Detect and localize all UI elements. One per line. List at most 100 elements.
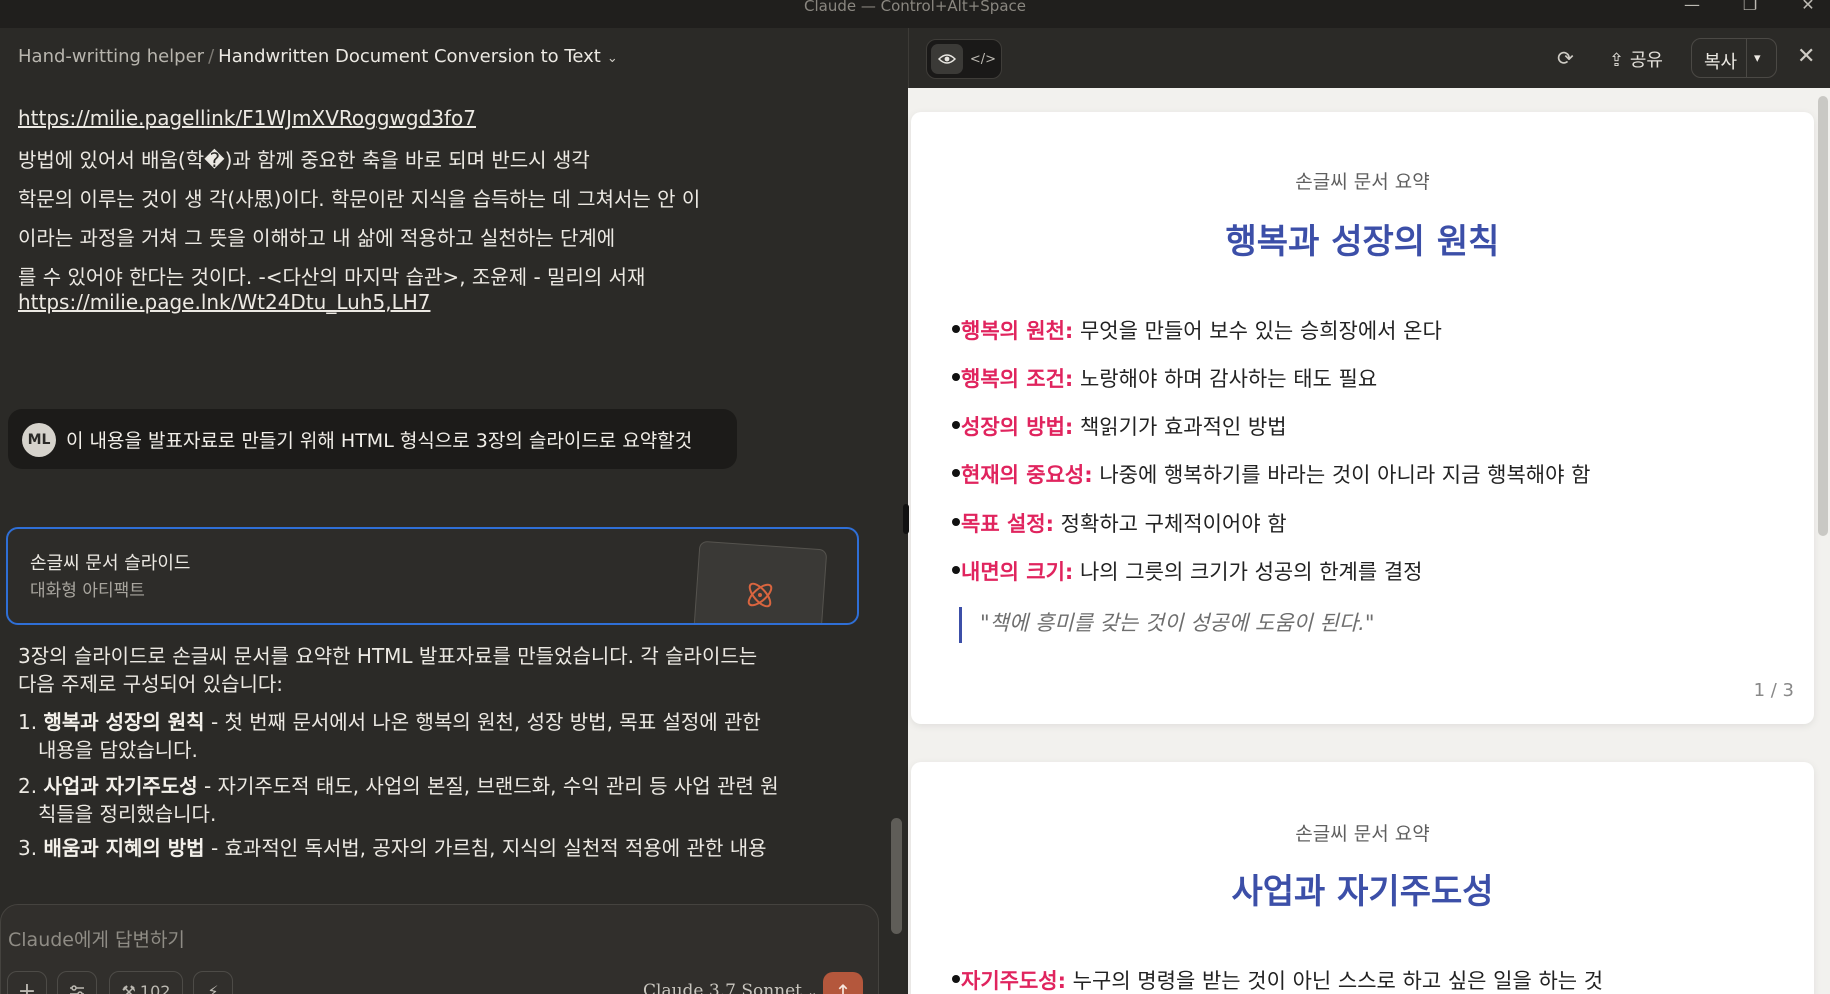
list-number: 2. [18, 774, 38, 798]
text-line: 를 수 있어야 한다는 것이다. -<다산의 마지막 습관>, 조윤제 - 밀리… [18, 265, 646, 289]
copy-label: 복사 [1704, 52, 1738, 73]
view-toggle: </> [926, 39, 1002, 79]
list-number: 1. [18, 710, 38, 734]
list-item-title: 행복과 성장의 원칙 [43, 710, 205, 734]
slide-2: 손글씨 문서 요약 사업과 자기주도성 자기주도성: 누구의 명령을 받는 것이… [911, 762, 1814, 994]
bullet-key: 행복의 원천: [961, 319, 1074, 343]
share-icon: ⇪ [1609, 50, 1625, 71]
pane-resize-handle[interactable] [903, 504, 909, 534]
title-bar: Claude — Control+Alt+Space — ❐ ✕ [0, 0, 1830, 28]
reply-input[interactable]: Claude에게 답변하기 [8, 925, 185, 952]
list-item: 내면의 크기: 나의 그릇의 크기가 성공의 한계를 결정 [951, 556, 1423, 586]
chevron-down-icon[interactable]: ▾ [1754, 51, 1761, 66]
bullet-key: 성장의 방법: [961, 415, 1074, 439]
slide-1: 손글씨 문서 요약 행복과 성장의 원칙 행복의 원천: 무엇을 만들어 보수 … [911, 112, 1814, 724]
chevron-down-icon[interactable]: ⌄ [607, 51, 618, 66]
model-selector[interactable]: Claude 3.7 Sonnet ⌄ [643, 981, 817, 994]
arrow-up-icon: ↑ [834, 980, 852, 994]
sliders-icon-svg [70, 985, 84, 994]
minimize-icon[interactable]: — [1672, 0, 1712, 14]
slide-quote: "책에 흥미를 갖는 것이 성공에 도움이 된다." [959, 607, 1374, 643]
artifact-thumbnail [692, 540, 828, 623]
list-item: 2. 사업과 자기주도성 - 자기주도적 태도, 사업의 본질, 브랜드화, 수… [18, 770, 779, 799]
artifact-title: 손글씨 문서 슬라이드 [30, 553, 191, 574]
breadcrumb-chat-title[interactable]: Handwritten Document Conversion to Text [218, 46, 601, 67]
bullet-key: 자기주도성: [961, 969, 1066, 993]
share-button[interactable]: ⇪ 공유 [1609, 46, 1663, 72]
share-label: 공유 [1629, 50, 1663, 71]
artifact-card[interactable]: 손글씨 문서 슬라이드 대화형 아티팩트 [6, 527, 859, 625]
bullet-text: 노랑해야 하며 감사하는 태도 필요 [1073, 367, 1378, 391]
bullet-text: 나의 그릇의 크기가 성공의 한계를 결정 [1073, 560, 1423, 584]
close-icon[interactable]: ✕ [1797, 44, 1815, 69]
window-title: Claude — Control+Alt+Space [803, 0, 1026, 14]
composer: Claude에게 답변하기 + ⚒ 102 ⚡ Claude 3.7 Sonnet… [0, 904, 879, 994]
artifact-toolbar: </> ⟳ ⇪ 공유 복사 ▾ ✕ [908, 28, 1830, 88]
list-item: 자기주도성: 누구의 명령을 받는 것이 아닌 스스로 하고 싶은 일을 하는 … [951, 965, 1604, 994]
slide-title: 사업과 자기주도성 [1231, 872, 1494, 912]
breadcrumb-project[interactable]: Hand-writting helper [18, 46, 204, 67]
list-item: 성장의 방법: 책읽기가 효과적인 방법 [952, 411, 1287, 441]
tools-count: 102 [139, 981, 171, 994]
list-item-text: - 첫 번째 문서에서 나온 행복의 원천, 성장 방법, 목표 설정에 관한 [204, 710, 761, 734]
list-item: 행복의 원천: 무엇을 만들어 보수 있는 승희장에서 온다 [952, 315, 1442, 345]
close-window-icon[interactable]: ✕ [1788, 0, 1828, 14]
list-item: 1. 행복과 성장의 원칙 - 첫 번째 문서에서 나온 행복의 원천, 성장 … [18, 706, 761, 735]
response-text: 3장의 슬라이드로 손글씨 문서를 요약한 HTML 발표자료를 만들었습니다.… [18, 644, 758, 668]
bullet-text: 책읽기가 효과적인 방법 [1073, 415, 1287, 439]
chat-scrollbar[interactable] [891, 818, 902, 934]
bullet-key: 내면의 크기: [961, 560, 1074, 584]
slide-page-number: 1 / 3 [1753, 680, 1794, 701]
link-1[interactable]: https://milie.pagellink/F1WJmXVRoggwgd3f… [18, 106, 476, 130]
bullet-key: 행복의 조건: [961, 367, 1074, 391]
eye-icon [938, 54, 956, 64]
artifact-scrollbar[interactable] [1818, 96, 1828, 536]
tools-button[interactable]: ⚒ 102 [109, 971, 183, 994]
preview-toggle[interactable] [931, 44, 963, 74]
bullet-key: 목표 설정: [961, 512, 1054, 536]
breadcrumb: Hand-writting helper / Handwritten Documen… [18, 46, 618, 67]
slide-kicker: 손글씨 문서 요약 [1295, 171, 1430, 193]
user-message: ML 이 내용을 발표자료로 만들기 위해 HTML 형식으로 3장의 슬라이드… [8, 409, 737, 469]
chevron-down-icon: ⌄ [807, 985, 818, 994]
send-button[interactable]: ↑ [823, 972, 863, 994]
text-line: 학문의 이루는 것이 생 각(사思)이다. 학문이란 지식을 습득하는 데 그쳐… [18, 187, 701, 211]
artifact-subtitle: 대화형 아티팩트 [30, 581, 145, 601]
copy-button[interactable]: 복사 ▾ [1691, 38, 1777, 78]
list-item-title: 사업과 자기주도성 [43, 774, 198, 798]
restore-icon[interactable]: ❐ [1730, 0, 1770, 14]
text-line: 방법에 있어서 배움(학�)과 함께 중요한 축을 바로 되며 반드시 생각 [18, 148, 590, 172]
list-item-continued: 칙들을 정리했습니다. [38, 802, 217, 826]
list-item: 현재의 중요성: 나중에 행복하기를 바라는 것이 아니라 지금 행복해야 함 [951, 459, 1591, 489]
list-item: 3. 배움과 지혜의 방법 - 효과적인 독서법, 공자의 가르침, 지식의 실… [18, 832, 767, 861]
code-icon[interactable]: </> [967, 44, 999, 74]
bullet-text: 나중에 행복하기를 바라는 것이 아니라 지금 행복해야 함 [1092, 463, 1591, 487]
chat-pane: Hand-writting helper / Handwritten Documen… [0, 28, 908, 994]
user-message-text: 이 내용을 발표자료로 만들기 위해 HTML 형식으로 3장의 슬라이드로 요… [66, 430, 693, 452]
hammer-icon: ⚒ [121, 981, 136, 994]
model-name: Claude 3.7 Sonnet [643, 981, 802, 994]
slide-title: 행복과 성장의 원칙 [1225, 222, 1500, 262]
list-item-text: - 자기주도적 태도, 사업의 본질, 브랜드화, 수익 관리 등 사업 관련 … [197, 774, 779, 798]
artifact-pane: </> ⟳ ⇪ 공유 복사 ▾ ✕ 손글씨 문서 요약 행복과 성장의 원칙 행… [908, 28, 1830, 994]
slide-kicker: 손글씨 문서 요약 [1295, 823, 1430, 845]
add-icon[interactable]: + [7, 971, 47, 994]
list-item-title: 배움과 지혜의 방법 [43, 836, 205, 860]
list-number: 3. [18, 836, 38, 860]
list-item-text: - 효과적인 독서법, 공자의 가르침, 지식의 실천적 적용에 관한 내용 [204, 836, 767, 860]
sliders-icon[interactable] [57, 971, 97, 994]
bullet-text: 정확하고 구체적이어야 함 [1054, 512, 1287, 536]
text-line: 이라는 과정을 거쳐 그 뜻을 이해하고 내 삶에 적용하고 실천하는 단계에 [18, 226, 616, 250]
response-text: 다음 주제로 구성되어 있습니다: [18, 672, 284, 696]
breadcrumb-separator: / [208, 46, 215, 67]
plug-icon[interactable]: ⚡ [193, 971, 233, 994]
list-item-continued: 내용을 담았습니다. [38, 738, 198, 762]
bullet-key: 현재의 중요성: [961, 463, 1093, 487]
list-item: 목표 설정: 정확하고 구체적이어야 함 [952, 508, 1287, 538]
bullet-text: 누구의 명령을 받는 것이 아닌 스스로 하고 싶은 일을 하는 것 [1066, 969, 1604, 993]
refresh-icon[interactable]: ⟳ [1557, 46, 1574, 70]
link-2[interactable]: https://milie.page.lnk/Wt24Dtu_Luh5,LH7 [18, 290, 430, 314]
copy-divider [1746, 39, 1747, 77]
bullet-text: 무엇을 만들어 보수 있는 승희장에서 온다 [1073, 319, 1442, 343]
list-item: 행복의 조건: 노랑해야 하며 감사하는 태도 필요 [951, 363, 1378, 393]
